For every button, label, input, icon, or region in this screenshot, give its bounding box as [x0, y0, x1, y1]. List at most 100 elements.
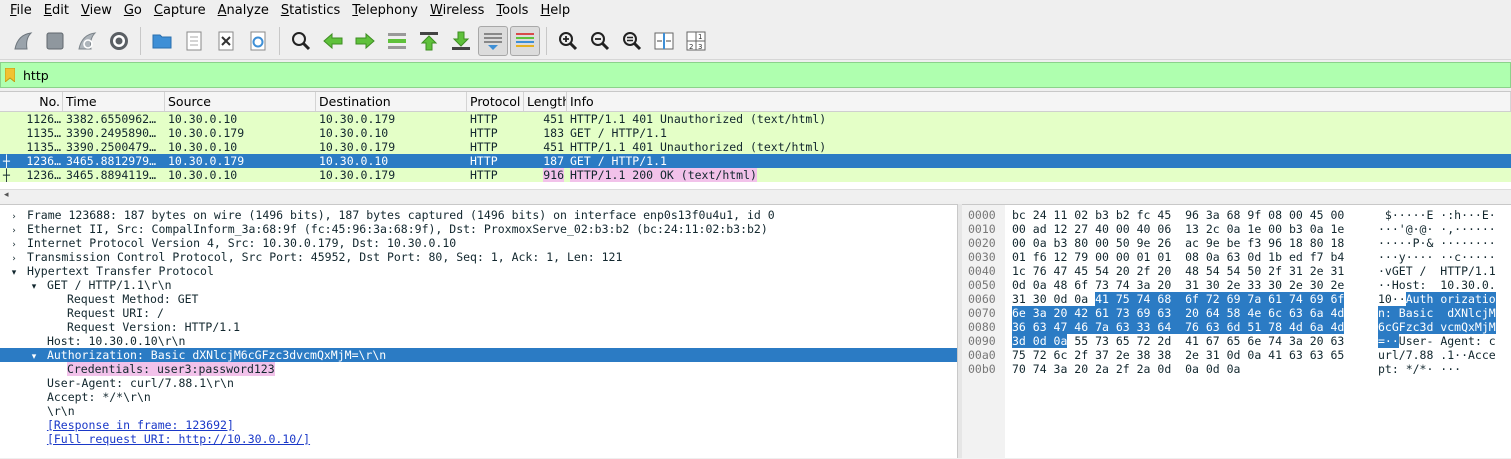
- bytes-ascii[interactable]: ···y···· ··c·····: [1378, 250, 1496, 264]
- packet-row[interactable]: 1236… ┼ 3465.8894119… 10.30.0.10 10.30.0.179…: [0, 168, 1511, 182]
- bytes-ascii[interactable]: 6cGFzc3d vcmQxMjM: [1378, 320, 1496, 334]
- go-first-icon[interactable]: [414, 26, 444, 56]
- bytes-hex[interactable]: 01 f6 12 79 00 00 01 01 08 0a 63 0d 1b e…: [1012, 250, 1344, 264]
- normal-size-icon[interactable]: [617, 26, 647, 56]
- menu-view[interactable]: View: [75, 0, 118, 22]
- detail-link[interactable]: [Response in frame: 123692]: [47, 418, 234, 432]
- detail-tree-row[interactable]: ▾ Authorization: Basic dXNlcjM6cGFzc3dvc…: [0, 348, 957, 362]
- go-to-packet-icon[interactable]: [382, 26, 412, 56]
- packet-row[interactable]: 1135… 3390.2500479… 10.30.0.10 10.30.0.179 H…: [0, 140, 1511, 154]
- bookmark-icon[interactable]: [1, 64, 19, 86]
- bytes-hex[interactable]: 00 0a b3 80 00 50 9e 26 ac 9e be f3 96 1…: [1012, 236, 1344, 250]
- detail-tree-row[interactable]: ▾ Hypertext Transfer Protocol: [0, 264, 957, 278]
- bytes-ascii[interactable]: ·vGET / HTTP/1.1: [1378, 264, 1496, 278]
- menu-tools[interactable]: Tools: [490, 0, 534, 22]
- detail-tree-row[interactable]: User-Agent: curl/7.88.1\r\n: [0, 376, 957, 390]
- packet-proto-text: HTTP: [470, 168, 498, 182]
- packet-row[interactable]: 1135… 3390.2495890… 10.30.0.179 10.30.0.10 H…: [0, 126, 1511, 140]
- packet-row[interactable]: 1126… 3382.6550962… 10.30.0.10 10.30.0.179 H…: [0, 112, 1511, 126]
- bytes-hex[interactable]: 31 30 0d 0a 41 75 74 68 6f 72 69 7a 61 7…: [1012, 292, 1345, 306]
- packet-row[interactable]: 1236… ┼ 3465.8812979… 10.30.0.179 10.30.0.10…: [0, 154, 1511, 168]
- column-header-time[interactable]: Time: [63, 92, 165, 111]
- detail-tree-row[interactable]: Credentials: user3:password123: [0, 362, 957, 376]
- go-back-icon[interactable]: [318, 26, 348, 56]
- detail-tree-row[interactable]: › Transmission Control Protocol, Src Por…: [0, 250, 957, 264]
- bytes-hex[interactable]: 36 63 47 46 7a 63 33 64 76 63 6d 51 78 4…: [1012, 320, 1345, 334]
- bytes-hex[interactable]: 75 72 6c 2f 37 2e 38 38 2e 31 0d 0a 41 6…: [1012, 348, 1344, 362]
- bytes-ascii[interactable]: ·····P·& ········: [1378, 236, 1496, 250]
- bytes-ascii[interactable]: $·····E ·:h···E·: [1378, 208, 1496, 222]
- hex-segment: 75 72 6c 2f 37 2e 38 38 2e 31 0d 0a 41 6…: [1012, 348, 1345, 362]
- hex-segment: 00 0a b3 80 00 50 9e 26 ac 9e be f3 96 1…: [1012, 236, 1345, 250]
- open-folder-icon[interactable]: [147, 26, 177, 56]
- column-header-info[interactable]: Info: [567, 92, 1511, 111]
- detail-tree-row[interactable]: Request URI: /: [0, 306, 957, 320]
- reload-icon[interactable]: [243, 26, 273, 56]
- layout-icon[interactable]: 23 1: [681, 26, 711, 56]
- detail-tree-row[interactable]: ▾ GET / HTTP/1.1\r\n: [0, 278, 957, 292]
- bytes-hex[interactable]: 1c 76 47 45 54 20 2f 20 48 54 54 50 2f 3…: [1012, 264, 1344, 278]
- detail-tree-row[interactable]: Request Method: GET: [0, 292, 957, 306]
- menu-statistics[interactable]: Statistics: [275, 0, 346, 22]
- detail-tree-row[interactable]: › Ethernet II, Src: CompalInform_3a:68:9…: [0, 222, 957, 236]
- find-magnifier-icon[interactable]: [286, 26, 316, 56]
- file-icon[interactable]: [179, 26, 209, 56]
- close-file-icon[interactable]: [211, 26, 241, 56]
- detail-tree-row[interactable]: Accept: */*\r\n: [0, 390, 957, 404]
- bytes-ascii[interactable]: n: Basic dXNlcjM: [1378, 306, 1496, 320]
- horizontal-scrollbar[interactable]: ◂: [0, 189, 1511, 201]
- bytes-hex[interactable]: 0d 0a 48 6f 73 74 3a 20 31 30 2e 33 30 2…: [1012, 278, 1344, 292]
- bytes-hex[interactable]: 00 ad 12 27 40 00 40 06 13 2c 0a 1e 00 b…: [1012, 222, 1344, 236]
- menu-wireless[interactable]: Wireless: [424, 0, 490, 22]
- colorize-icon[interactable]: [510, 25, 540, 56]
- autoscroll-icon[interactable]: [478, 25, 508, 56]
- detail-tree-row[interactable]: › Internet Protocol Version 4, Src: 10.3…: [0, 236, 957, 250]
- detail-tree-row[interactable]: › Frame 123688: 187 bytes on wire (1496 …: [0, 208, 957, 222]
- detail-tree-row[interactable]: [Response in frame: 123692]: [0, 418, 957, 432]
- menu-analyze[interactable]: Analyze: [212, 0, 275, 22]
- menu-capture[interactable]: Capture: [148, 0, 212, 22]
- packet-list: No. Time Source Destination Protocol Length In…: [0, 91, 1511, 201]
- column-header-protocol[interactable]: Protocol: [467, 92, 524, 111]
- bytes-hex[interactable]: 70 74 3a 20 2a 2f 2a 0d 0a 0d 0a: [1012, 362, 1240, 376]
- bytes-ascii[interactable]: ··Host: 10.30.0.: [1378, 278, 1496, 292]
- menu-help[interactable]: Help: [534, 0, 576, 22]
- detail-tree-row[interactable]: \r\n: [0, 404, 957, 418]
- zoom-in-icon[interactable]: [553, 26, 583, 56]
- detail-tree-row[interactable]: Request Version: HTTP/1.1: [0, 320, 957, 334]
- bytes-hex[interactable]: 6e 3a 20 42 61 73 69 63 20 64 58 4e 6c 6…: [1012, 306, 1345, 320]
- detail-tree-row[interactable]: [Full request URI: http://10.30.0.10/]: [0, 432, 957, 446]
- bytes-row: 0050 0d 0a 48 6f 73 74 3a 20 31 30 2e 33 …: [962, 278, 1511, 292]
- go-last-icon[interactable]: [446, 26, 476, 56]
- restart-fin-icon[interactable]: [72, 26, 102, 56]
- bytes-ascii[interactable]: ···'@·@· ·,······: [1378, 222, 1496, 236]
- menu-go[interactable]: Go: [118, 0, 148, 22]
- packet-no-cell: 1236… ┼: [0, 154, 63, 168]
- display-filter-input[interactable]: [19, 64, 1510, 86]
- hex-segment: 31 30 0d 0a: [1012, 292, 1096, 306]
- bytes-ascii[interactable]: pt: */*· ···: [1378, 362, 1461, 376]
- zoom-out-icon[interactable]: [585, 26, 615, 56]
- stop-square-icon[interactable]: [40, 26, 70, 56]
- menu-bar: File Edit View Go Capture Analyze Statistics Te…: [0, 0, 1511, 22]
- shark-fin-start-icon[interactable]: [8, 26, 38, 56]
- column-header-no[interactable]: No.: [0, 92, 63, 111]
- bytes-ascii[interactable]: url/7.88 .1··Acce: [1378, 348, 1496, 362]
- bytes-ascii[interactable]: =··User- Agent: c: [1378, 334, 1496, 348]
- packet-len-cell: 183: [524, 126, 567, 140]
- menu-edit[interactable]: Edit: [38, 0, 75, 22]
- column-header-source[interactable]: Source: [165, 92, 316, 111]
- bytes-hex[interactable]: bc 24 11 02 b3 b2 fc 45 96 3a 68 9f 08 0…: [1012, 208, 1344, 222]
- resize-columns-icon[interactable]: [649, 26, 679, 56]
- column-header-length[interactable]: Length: [524, 92, 567, 111]
- packet-len-cell: 451: [524, 140, 567, 154]
- menu-telephony[interactable]: Telephony: [346, 0, 424, 22]
- detail-tree-row[interactable]: Host: 10.30.0.10\r\n: [0, 334, 957, 348]
- bytes-ascii[interactable]: 10··Auth orizatio: [1378, 292, 1496, 306]
- options-gear-icon[interactable]: [104, 26, 134, 56]
- menu-file[interactable]: File: [4, 0, 38, 22]
- bytes-hex[interactable]: 3d 0d 0a 55 73 65 72 2d 41 67 65 6e 74 3…: [1012, 334, 1344, 348]
- detail-link[interactable]: [Full request URI: http://10.30.0.10/]: [47, 432, 310, 446]
- go-forward-icon[interactable]: [350, 26, 380, 56]
- column-header-destination[interactable]: Destination: [316, 92, 467, 111]
